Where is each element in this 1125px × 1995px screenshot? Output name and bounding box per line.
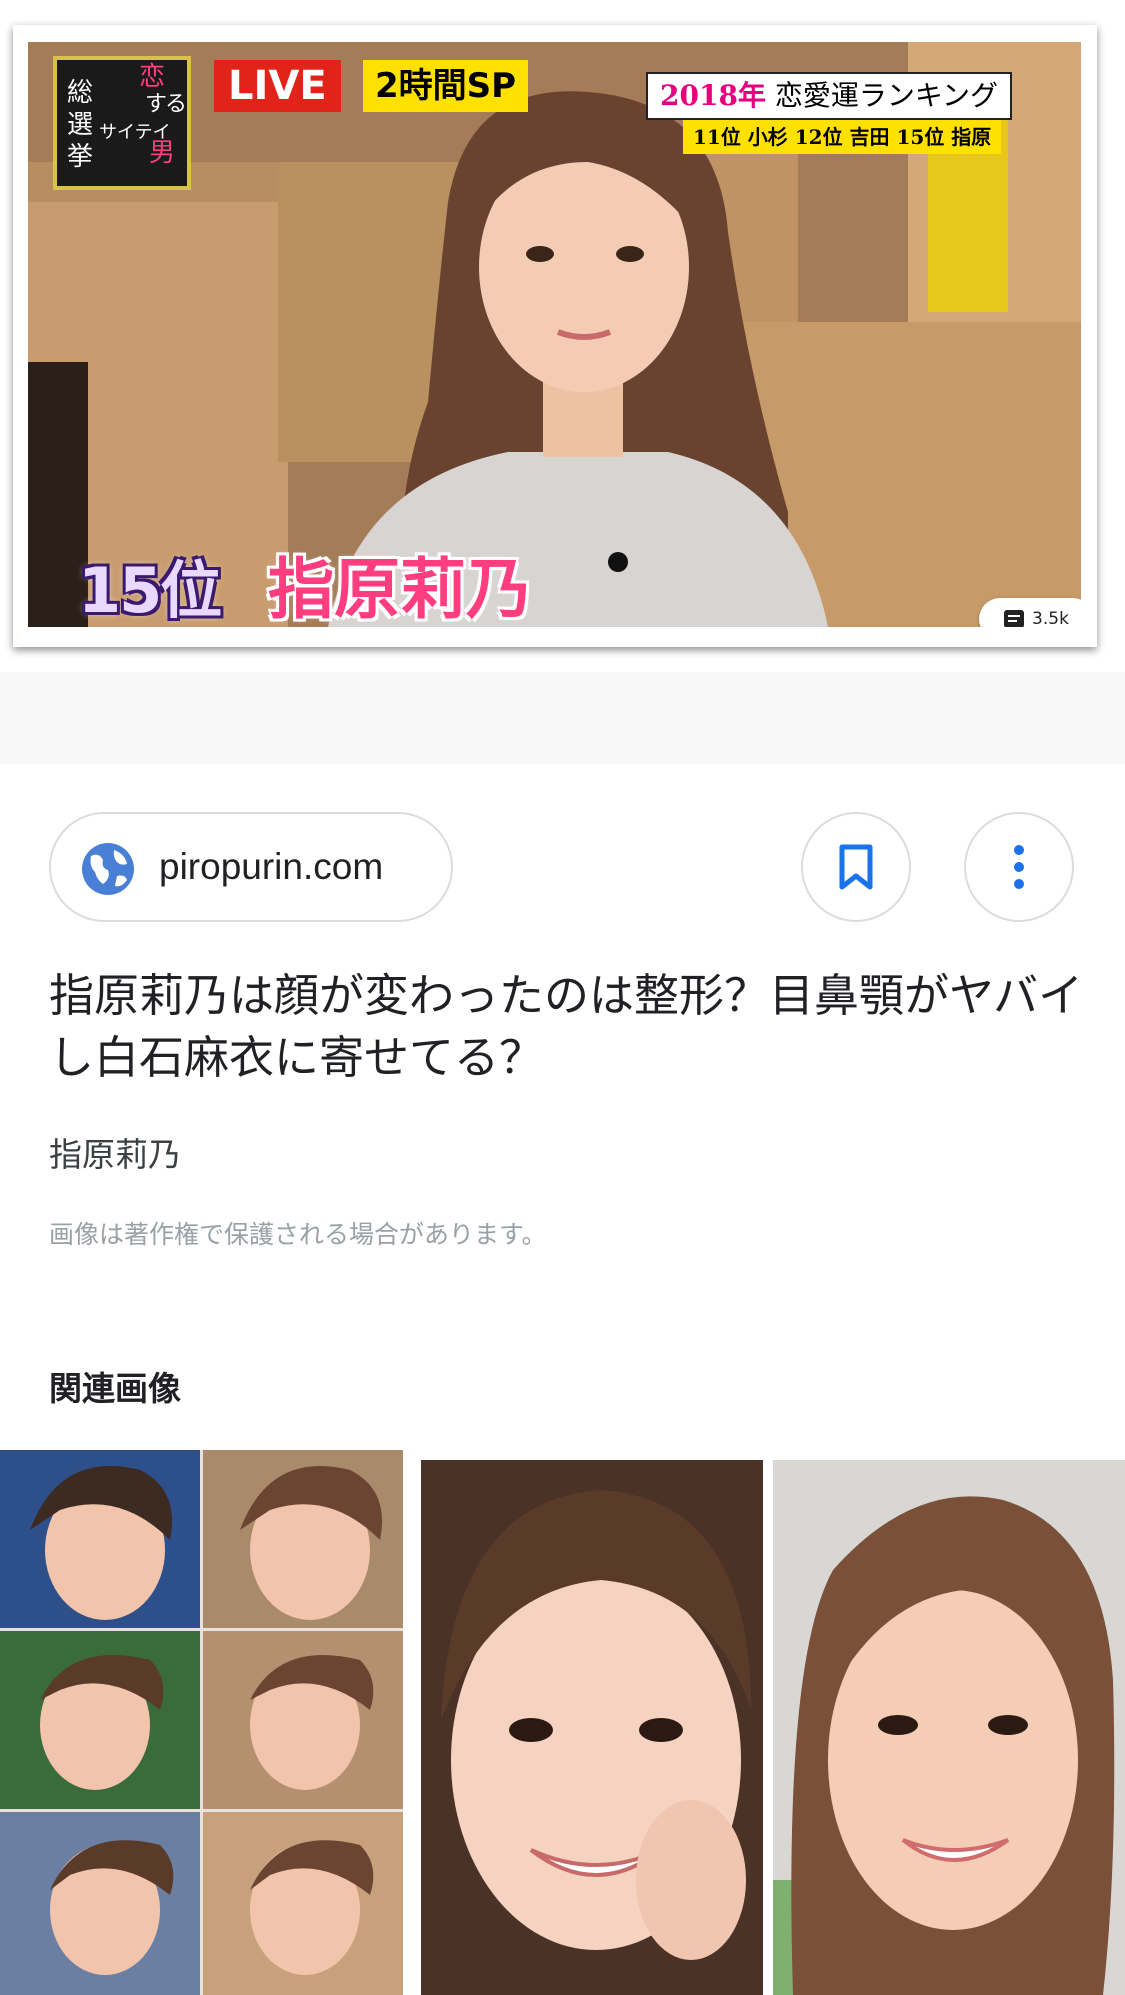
ranking-subtitle: 11位 小杉 12位 吉田 15位 指原 (683, 120, 1002, 154)
save-button[interactable] (801, 812, 911, 922)
related-image-3[interactable] (773, 1460, 1125, 1995)
hero-section: 総 選 挙 恋 す る サイテイ 男 LIVE 2時間SP 2018年 恋愛運ラ… (0, 0, 1125, 672)
ranking-year: 2018年 (660, 79, 766, 112)
copyright-notice: 画像は著作権で保護される場合があります。 (49, 1220, 547, 1249)
globe-icon (82, 843, 134, 895)
separator-band (0, 672, 1125, 764)
related-image-1[interactable] (0, 1450, 403, 1995)
ranking-title: 2018年 恋愛運ランキング (646, 72, 1013, 120)
show-logo: 総 選 挙 恋 す る サイテイ 男 (53, 56, 191, 190)
related-image-1-art (0, 1450, 403, 1995)
result-title[interactable]: 指原莉乃は顔が変わったのは整形？目鼻顎がヤバイし白石麻衣に寄せてる？ (49, 965, 1089, 1089)
related-image-2-art (421, 1460, 763, 1995)
related-image-3-art (773, 1460, 1125, 1995)
more-vert-icon (1014, 845, 1024, 889)
caption-rank: 15位 (78, 554, 222, 627)
related-images-heading: 関連画像 (49, 1369, 181, 1408)
hero-image[interactable]: 総 選 挙 恋 す る サイテイ 男 LIVE 2時間SP 2018年 恋愛運ラ… (28, 42, 1081, 627)
caption-name: 指原莉乃 (268, 551, 532, 627)
source-chip[interactable]: piropurin.com (49, 812, 453, 922)
live-badge: LIVE (214, 60, 341, 112)
source-domain: piropurin.com (159, 846, 384, 887)
bookmark-icon (839, 844, 873, 890)
related-image-2[interactable] (421, 1460, 763, 1995)
comment-count: 3.5k (1032, 609, 1069, 627)
hero-image-frame[interactable]: 総 選 挙 恋 す る サイテイ 男 LIVE 2時間SP 2018年 恋愛運ラ… (13, 25, 1097, 647)
comment-icon (1004, 610, 1025, 627)
ranking-label: 恋愛運ランキング (774, 79, 999, 112)
comment-count-chip[interactable]: 3.5k (979, 598, 1081, 627)
more-options-button[interactable] (964, 812, 1074, 922)
special-badge: 2時間SP (363, 60, 529, 112)
result-subtitle: 指原莉乃 (49, 1135, 181, 1174)
